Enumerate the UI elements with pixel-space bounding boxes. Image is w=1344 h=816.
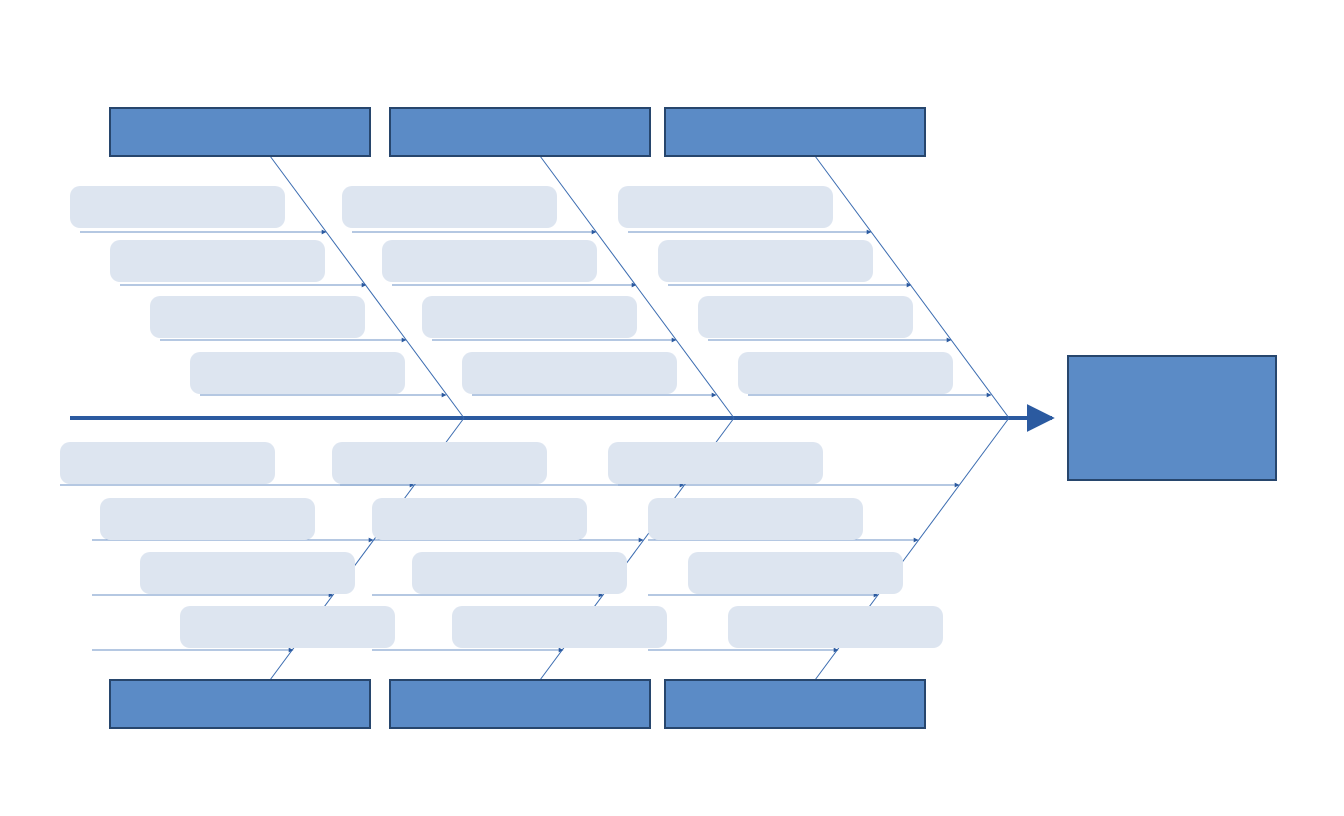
category-box-bottom-left	[110, 680, 370, 728]
category-box-top-left	[110, 108, 370, 156]
cause-bottom-right-4	[728, 606, 943, 648]
cause-top-right-2	[658, 240, 873, 282]
category-box-bottom-right	[665, 680, 925, 728]
cause-bottom-center-1	[332, 442, 547, 484]
category-box-bottom-center	[390, 680, 650, 728]
category-box-top-center	[390, 108, 650, 156]
cause-top-center-4	[462, 352, 677, 394]
cause-bottom-left-4	[180, 606, 395, 648]
cause-bottom-center-3	[412, 552, 627, 594]
cause-top-center-3	[422, 296, 637, 338]
category-box-top-right	[665, 108, 925, 156]
cause-bottom-left-1	[60, 442, 275, 484]
cause-bottom-left-2	[100, 498, 315, 540]
cause-bottom-center-4	[452, 606, 667, 648]
cause-top-left-1	[70, 186, 285, 228]
cause-top-center-1	[342, 186, 557, 228]
cause-bottom-right-3	[688, 552, 903, 594]
cause-top-right-4	[738, 352, 953, 394]
cause-top-left-3	[150, 296, 365, 338]
cause-bottom-right-1	[608, 442, 823, 484]
cause-bottom-left-3	[140, 552, 355, 594]
cause-bottom-center-2	[372, 498, 587, 540]
cause-top-left-2	[110, 240, 325, 282]
cause-bottom-right-2	[648, 498, 863, 540]
cause-top-right-3	[698, 296, 913, 338]
fishbone-diagram	[0, 0, 1344, 816]
cause-top-center-2	[382, 240, 597, 282]
effect-box	[1068, 356, 1276, 480]
cause-top-right-1	[618, 186, 833, 228]
cause-top-left-4	[190, 352, 405, 394]
